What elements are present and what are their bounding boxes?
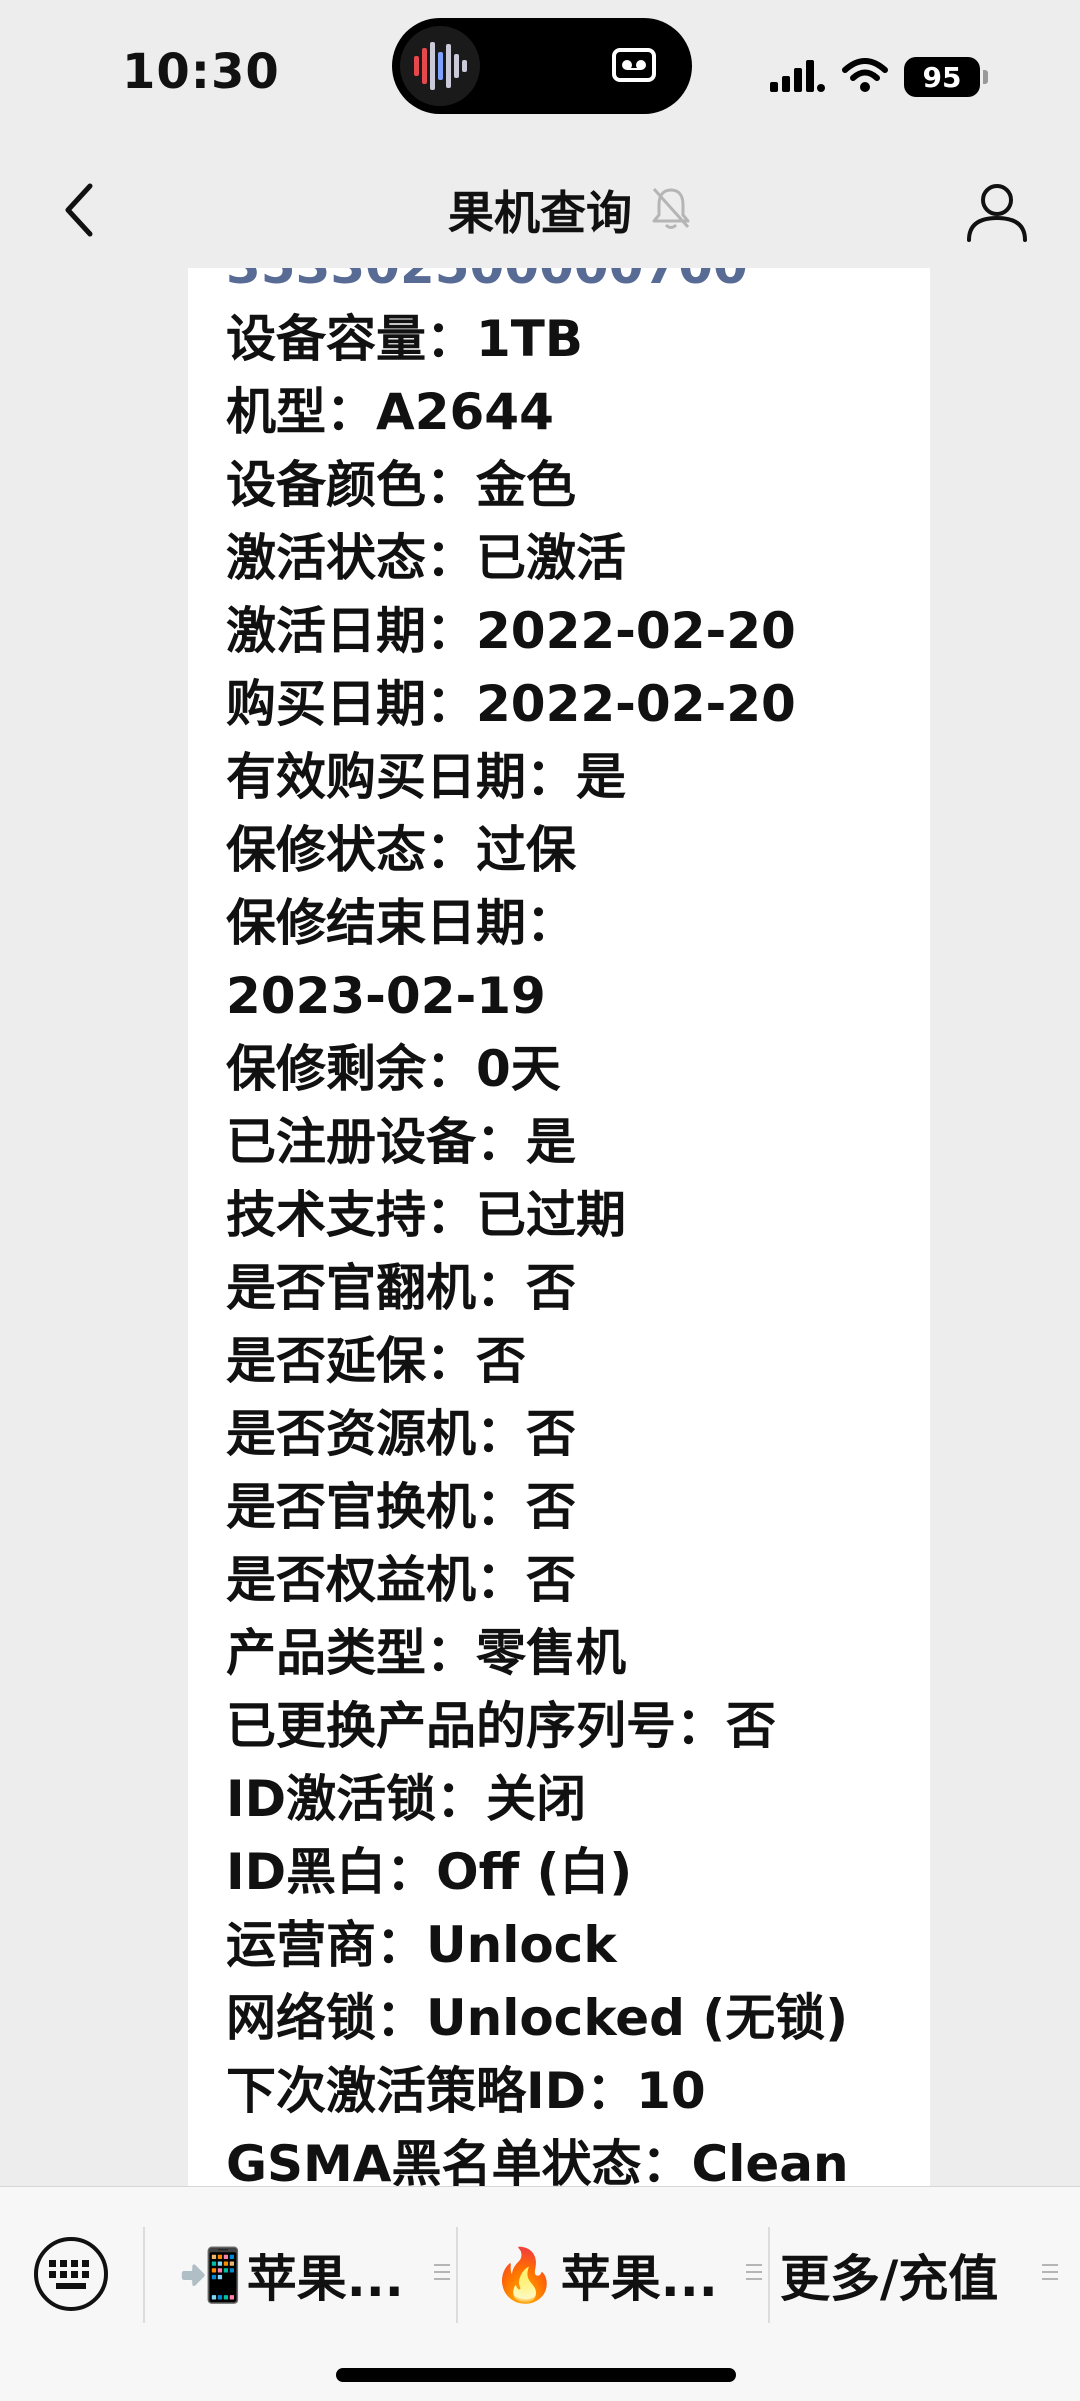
message-line: 是否官翻机：否 [226, 1259, 576, 1317]
nav-title-group: 果机查询 [0, 170, 1080, 250]
battery-level: 95 [922, 60, 962, 94]
nav-bar: 果机查询 [0, 150, 1080, 268]
serial-number-link[interactable]: 353302500000700 [226, 268, 926, 303]
message-text: 353302500000700 设备容量：1TB 机型：A2644 设备颜色：金… [226, 268, 926, 2186]
keyboard-toggle-button[interactable] [30, 2233, 112, 2315]
message-line: 有效购买日期：是 [226, 748, 626, 806]
fire-icon: 🔥 [492, 2245, 557, 2306]
status-bar: 10:30 95 [0, 0, 1080, 150]
battery-indicator: 95 [904, 57, 980, 97]
mobile-arrow-icon: 📲 [178, 2245, 243, 2306]
menu-item-more-recharge[interactable]: 更多/充值 [780, 2227, 998, 2323]
status-time: 10:30 [122, 44, 280, 100]
message-bubble[interactable]: 353302500000700 设备容量：1TB 机型：A2644 设备颜色：金… [188, 268, 930, 2186]
message-line: 已注册设备：是 [226, 1113, 576, 1171]
message-line: 网络锁：Unlocked (无锁) [226, 1989, 849, 2047]
screen-record-icon [612, 48, 656, 82]
menu-item-label: 苹果... [246, 2250, 404, 2308]
message-line: 保修状态：过保 [226, 821, 576, 879]
message-line: 机型：A2644 [226, 383, 554, 441]
mute-bell-icon [650, 185, 692, 235]
message-line: 是否资源机：否 [226, 1405, 576, 1463]
submenu-lines-icon [746, 2264, 762, 2280]
chat-info-button[interactable] [954, 168, 1040, 254]
message-line: 技术支持：已过期 [226, 1186, 626, 1244]
menu-divider [456, 2227, 458, 2323]
message-line: 2023-02-19 [226, 967, 546, 1025]
menu-item-apple-query-2[interactable]: 🔥 苹果... [492, 2227, 718, 2323]
chat-message-list[interactable]: 353302500000700 设备容量：1TB 机型：A2644 设备颜色：金… [0, 268, 1080, 2186]
submenu-lines-icon [434, 2264, 450, 2280]
message-line: ID激活锁：关闭 [226, 1770, 587, 1828]
status-icons: 95 [770, 52, 988, 102]
voice-wave-icon [400, 26, 480, 106]
home-indicator[interactable] [336, 2368, 736, 2382]
message-line: 设备颜色：金色 [226, 456, 576, 514]
menu-divider [768, 2227, 770, 2323]
chat-title: 果机查询 [448, 186, 632, 240]
menu-divider [143, 2227, 145, 2323]
message-line: 产品类型：零售机 [226, 1624, 626, 1682]
message-line: 已更换产品的序列号：否 [226, 1697, 776, 1755]
cellular-signal-icon [770, 58, 826, 96]
message-line: 激活状态：已激活 [226, 529, 626, 587]
user-profile-icon [967, 184, 1027, 242]
message-line: 购买日期：2022-02-20 [226, 675, 796, 733]
message-line: 是否官换机：否 [226, 1478, 576, 1536]
wifi-icon [842, 58, 888, 96]
keyboard-icon [34, 2237, 108, 2311]
submenu-lines-icon [1042, 2264, 1058, 2280]
battery-cap [983, 70, 988, 84]
message-line: GSMA黑名单状态：Clean [226, 2135, 849, 2186]
dynamic-island [392, 18, 692, 114]
menu-item-apple-query-1[interactable]: 📲 苹果... [178, 2227, 404, 2323]
menu-item-label: 更多/充值 [780, 2250, 999, 2308]
menu-item-label: 苹果... [560, 2250, 718, 2308]
message-line: 运营商：Unlock [226, 1916, 617, 1974]
message-line: 保修剩余：0天 [226, 1040, 561, 1098]
message-line: 保修结束日期： [226, 894, 576, 952]
message-line: 激活日期：2022-02-20 [226, 602, 796, 660]
message-line: ID黑白：Off (白) [226, 1843, 633, 1901]
message-line: 下次激活策略ID：10 [226, 2062, 706, 2120]
message-line: 是否延保：否 [226, 1332, 526, 1390]
message-line: 设备容量：1TB [226, 310, 584, 368]
message-line: 是否权益机：否 [226, 1551, 576, 1609]
